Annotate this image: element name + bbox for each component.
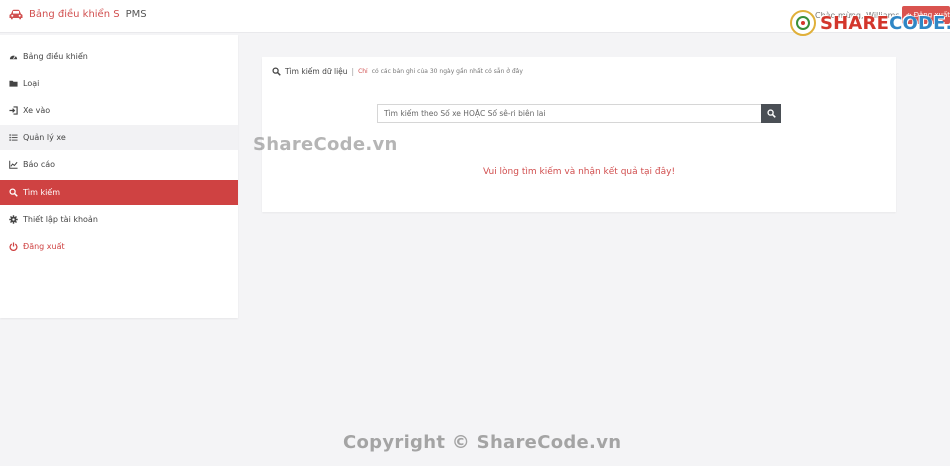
search-icon: [766, 109, 776, 118]
sidebar-item-reports[interactable]: Báo cáo: [0, 152, 238, 177]
watermark-logo: SHARECODE.vn: [790, 10, 950, 36]
sidebar-item-account-settings[interactable]: Thiết lập tài khoản: [0, 207, 238, 232]
search-icon: [9, 188, 18, 197]
car-icon: [9, 9, 23, 20]
search-button[interactable]: [761, 104, 781, 123]
panel-heading: Tìm kiếm dữ liệu | Chỉ có các bản ghi củ…: [272, 67, 523, 76]
panel-title: Tìm kiếm dữ liệu: [285, 67, 348, 76]
sidebar-item-manage-vehicles[interactable]: Quản lý xe: [0, 125, 238, 150]
sidebar: Bảng điều khiển Loại Xe vào Quản lý xe B…: [0, 35, 238, 318]
sidebar-item-dashboard[interactable]: Bảng điều khiển: [0, 44, 238, 69]
sidebar-item-label: Tìm kiếm: [23, 188, 61, 197]
sign-in-icon: [9, 106, 18, 115]
brand-title: Bảng điều khiển S: [29, 9, 120, 20]
folder-icon: [9, 80, 18, 87]
brand-suffix: PMS: [125, 9, 147, 20]
copyright-watermark: Copyright © ShareCode.vn: [343, 432, 622, 453]
sidebar-item-label: Thiết lập tài khoản: [23, 215, 98, 224]
list-icon: [9, 134, 18, 141]
sidebar-item-label: Loại: [23, 79, 40, 88]
search-bar: [377, 104, 781, 123]
result-message: Vui lòng tìm kiếm và nhận kết quả tại đâ…: [482, 167, 676, 177]
watermark-text: ShareCode.vn: [253, 134, 398, 155]
note-text: có các bản ghi của 30 ngày gần nhất có s…: [371, 68, 523, 75]
sidebar-item-categories[interactable]: Loại: [0, 71, 238, 96]
search-input[interactable]: [377, 104, 761, 123]
gear-icon: [9, 215, 18, 224]
sidebar-item-search[interactable]: Tìm kiếm: [0, 180, 238, 205]
power-icon: [9, 242, 18, 251]
dashboard-icon: [9, 55, 18, 60]
heading-separator: |: [351, 67, 355, 76]
sidebar-item-logout[interactable]: Đăng xuất: [0, 234, 238, 259]
brand[interactable]: Bảng điều khiển S PMS: [9, 9, 147, 20]
watermark-logo-text: SHARECODE.vn: [820, 12, 950, 34]
top-navbar: Bảng điều khiển S PMS Chào mừng, William…: [0, 0, 950, 36]
sidebar-item-label: Báo cáo: [23, 160, 56, 169]
sidebar-item-vehicle-entry[interactable]: Xe vào: [0, 98, 238, 123]
search-icon: [272, 67, 281, 76]
sidebar-item-label: Bảng điều khiển: [23, 52, 88, 61]
sidebar-item-label: Quản lý xe: [23, 133, 66, 142]
sidebar-item-label: Xe vào: [23, 106, 51, 115]
sidebar-item-label: Đăng xuất: [23, 242, 65, 251]
sharecode-logo-icon: [790, 10, 816, 36]
line-chart-icon: [9, 160, 18, 169]
note-emphasis: Chỉ: [358, 68, 368, 75]
